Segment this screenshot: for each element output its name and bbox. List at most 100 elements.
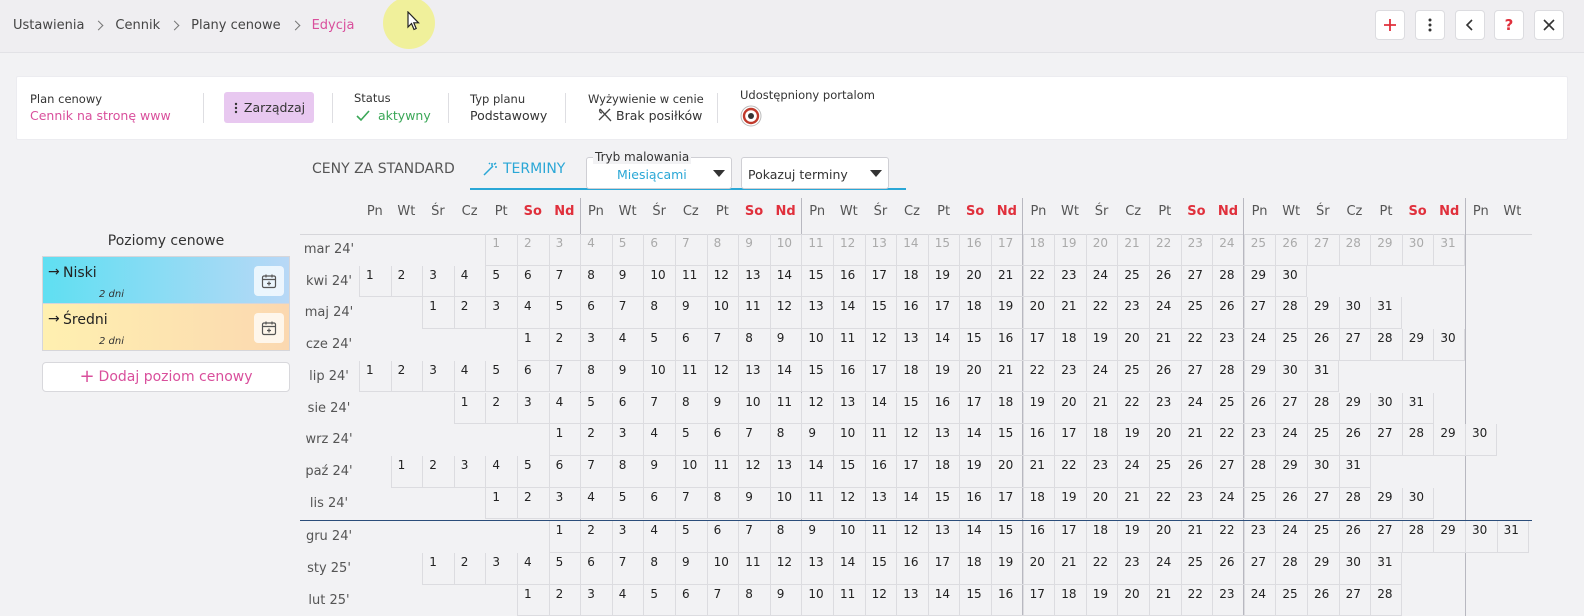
day-cell[interactable]: 27 xyxy=(1212,455,1245,488)
day-cell[interactable]: 16 xyxy=(1022,521,1055,553)
day-cell[interactable]: 10 xyxy=(833,521,866,553)
day-cell[interactable]: 10 xyxy=(643,265,676,298)
day-cell[interactable]: 17 xyxy=(1022,329,1055,361)
day-cell[interactable]: 23 xyxy=(1180,234,1213,266)
day-cell[interactable]: 8 xyxy=(738,584,771,616)
day-cell[interactable]: 12 xyxy=(833,487,866,520)
tab-standard-prices[interactable]: CENY ZA STANDARD xyxy=(312,161,455,177)
day-cell[interactable]: 6 xyxy=(675,584,708,616)
day-cell[interactable]: 3 xyxy=(422,265,455,298)
day-cell[interactable]: 18 xyxy=(896,360,929,393)
day-cell[interactable]: 20 xyxy=(1054,392,1087,425)
day-cell[interactable]: 7 xyxy=(738,521,771,553)
day-cell[interactable]: 9 xyxy=(738,487,771,520)
day-cell[interactable]: 1 xyxy=(517,584,550,616)
day-cell[interactable]: 27 xyxy=(1370,521,1403,553)
day-cell[interactable]: 9 xyxy=(611,265,644,298)
day-cell[interactable]: 24 xyxy=(1212,234,1245,266)
day-cell[interactable]: 23 xyxy=(1054,360,1087,393)
day-cell[interactable]: 27 xyxy=(1307,487,1340,520)
day-cell[interactable]: 15 xyxy=(801,265,834,298)
day-cell[interactable]: 22 xyxy=(1180,329,1213,361)
day-cell[interactable]: 10 xyxy=(643,360,676,393)
day-cell[interactable]: 22 xyxy=(1212,521,1245,553)
day-cell[interactable]: 8 xyxy=(706,487,739,520)
day-cell[interactable]: 16 xyxy=(833,360,866,393)
day-cell[interactable]: 2 xyxy=(548,584,581,616)
day-cell[interactable]: 21 xyxy=(1085,392,1118,425)
day-cell[interactable]: 19 xyxy=(1085,329,1118,361)
day-cell[interactable]: 26 xyxy=(1307,584,1340,616)
day-cell[interactable]: 25 xyxy=(1275,329,1308,361)
day-cell[interactable]: 22 xyxy=(1149,487,1182,520)
day-cell[interactable]: 29 xyxy=(1338,392,1371,425)
day-cell[interactable]: 26 xyxy=(1212,553,1245,585)
day-cell[interactable]: 20 xyxy=(1085,487,1118,520)
day-cell[interactable]: 26 xyxy=(1180,455,1213,488)
day-cell[interactable]: 19 xyxy=(1117,424,1150,456)
day-cell[interactable]: 12 xyxy=(801,392,834,425)
day-cell[interactable]: 12 xyxy=(769,297,802,330)
day-cell[interactable]: 30 xyxy=(1338,553,1371,585)
day-cell[interactable]: 15 xyxy=(959,329,992,361)
day-cell[interactable]: 8 xyxy=(643,297,676,330)
day-cell[interactable]: 22 xyxy=(1149,234,1182,266)
day-cell[interactable]: 14 xyxy=(896,487,929,520)
day-cell[interactable]: 15 xyxy=(864,297,897,330)
day-cell[interactable]: 8 xyxy=(580,360,613,393)
day-cell[interactable]: 18 xyxy=(1085,424,1118,456)
day-cell[interactable]: 28 xyxy=(1338,234,1371,266)
day-cell[interactable]: 7 xyxy=(548,360,581,393)
day-cell[interactable]: 24 xyxy=(1117,455,1150,488)
day-cell[interactable]: 20 xyxy=(959,265,992,298)
day-cell[interactable]: 20 xyxy=(1022,553,1055,585)
day-cell[interactable]: 4 xyxy=(517,297,550,330)
day-cell[interactable]: 8 xyxy=(706,234,739,266)
day-cell[interactable]: 26 xyxy=(1212,297,1245,330)
day-cell[interactable]: 7 xyxy=(706,329,739,361)
manage-button[interactable]: Zarządzaj xyxy=(224,92,314,123)
day-cell[interactable]: 10 xyxy=(833,424,866,456)
day-cell[interactable]: 7 xyxy=(675,234,708,266)
day-cell[interactable]: 19 xyxy=(959,455,992,488)
day-cell[interactable]: 21 xyxy=(1180,424,1213,456)
day-cell[interactable]: 27 xyxy=(1275,392,1308,425)
day-cell[interactable]: 22 xyxy=(1085,297,1118,330)
day-cell[interactable]: 11 xyxy=(706,455,739,488)
day-cell[interactable]: 5 xyxy=(548,553,581,585)
paint-mode-select[interactable]: Tryb malowania Miesiącami xyxy=(586,150,732,189)
day-cell[interactable]: 1 xyxy=(548,521,581,553)
day-cell[interactable]: 5 xyxy=(611,234,644,266)
day-cell[interactable]: 17 xyxy=(959,392,992,425)
day-cell[interactable]: 19 xyxy=(1085,584,1118,616)
day-cell[interactable]: 18 xyxy=(991,392,1024,425)
day-cell[interactable]: 8 xyxy=(769,521,802,553)
day-cell[interactable]: 30 xyxy=(1465,521,1498,553)
day-cell[interactable]: 29 xyxy=(1370,487,1403,520)
day-cell[interactable]: 25 xyxy=(1117,360,1150,393)
day-cell[interactable]: 27 xyxy=(1243,297,1276,330)
day-cell[interactable]: 30 xyxy=(1370,392,1403,425)
day-cell[interactable]: 2 xyxy=(390,360,423,393)
day-cell[interactable]: 19 xyxy=(991,553,1024,585)
day-cell[interactable]: 5 xyxy=(675,424,708,456)
day-cell[interactable]: 24 xyxy=(1085,360,1118,393)
day-cell[interactable]: 24 xyxy=(1212,487,1245,520)
day-cell[interactable]: 21 xyxy=(1117,487,1150,520)
day-cell[interactable]: 2 xyxy=(390,265,423,298)
day-cell[interactable]: 16 xyxy=(991,584,1024,616)
day-cell[interactable]: 9 xyxy=(738,234,771,266)
day-cell[interactable]: 8 xyxy=(643,553,676,585)
day-cell[interactable]: 27 xyxy=(1338,584,1371,616)
day-cell[interactable]: 20 xyxy=(1022,297,1055,330)
day-cell[interactable]: 14 xyxy=(769,360,802,393)
day-cell[interactable]: 5 xyxy=(580,392,613,425)
day-cell[interactable]: 8 xyxy=(580,265,613,298)
day-cell[interactable]: 28 xyxy=(1370,584,1403,616)
day-cell[interactable]: 26 xyxy=(1275,487,1308,520)
day-cell[interactable]: 14 xyxy=(959,424,992,456)
day-cell[interactable]: 12 xyxy=(896,424,929,456)
day-cell[interactable]: 16 xyxy=(927,392,960,425)
help-button[interactable]: ? xyxy=(1494,10,1524,40)
day-cell[interactable]: 27 xyxy=(1243,553,1276,585)
